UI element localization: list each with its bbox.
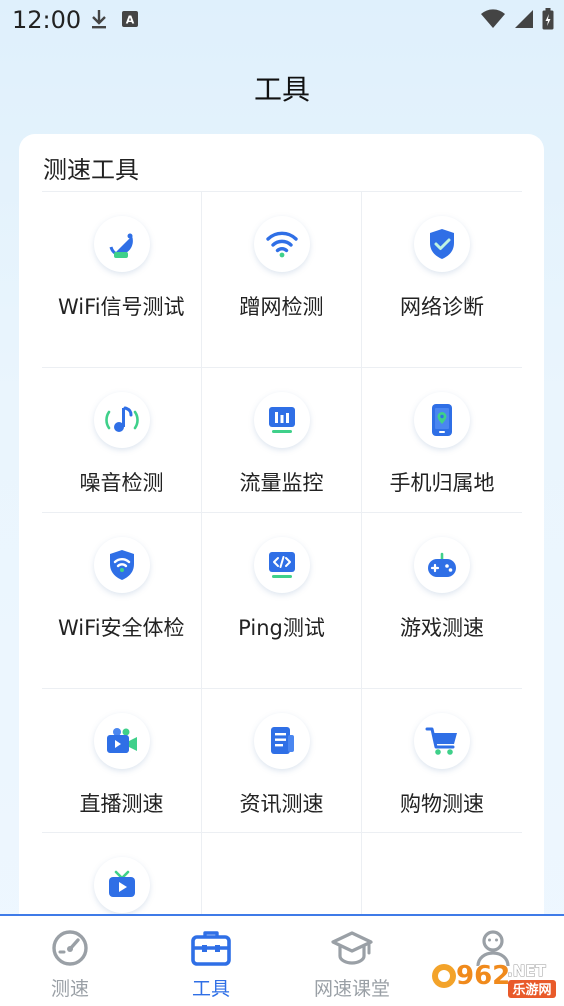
tool-phone-location[interactable]: 手机归属地 — [362, 368, 522, 513]
tab-label: 测速 — [50, 978, 89, 1000]
keyboard-a-icon: A — [122, 11, 138, 31]
code-monitor-icon — [253, 537, 310, 593]
bar-monitor-icon — [253, 392, 310, 448]
speedometer-icon — [0, 926, 140, 970]
tool-label: WiFi安全体检 — [58, 616, 185, 640]
tool-label: 手机归属地 — [389, 471, 495, 495]
tab-label: 网速课堂 — [313, 978, 390, 1000]
tool-label: 噪音检测 — [79, 471, 164, 495]
cell-signal-icon — [514, 9, 534, 33]
status-time: 12:00 — [12, 6, 82, 34]
tool-label: 网络诊断 — [400, 295, 484, 319]
tool-network-diagnosis[interactable]: 网络诊断 — [362, 192, 522, 368]
page-title: 工具 — [253, 73, 310, 106]
wifi-signal-icon — [480, 9, 506, 33]
news-document-icon — [253, 713, 310, 769]
tool-label: 购物测速 — [400, 792, 484, 816]
watermark-number: 962 — [456, 961, 510, 991]
status-bar: 12:00 A — [0, 0, 564, 40]
tool-game-speed[interactable]: 游戏测速 — [362, 513, 522, 689]
tool-shopping-speed[interactable]: 购物测速 — [362, 689, 522, 833]
tool-label: 流量监控 — [239, 471, 324, 495]
tool-live-speed[interactable]: 直播测速 — [42, 689, 202, 833]
tool-label: 游戏测速 — [400, 616, 484, 640]
tool-wifi-signal-test[interactable]: WiFi信号测试 — [42, 192, 202, 368]
tool-noise-detection[interactable]: 噪音检测 — [42, 368, 202, 513]
wifi-icon — [253, 216, 310, 272]
wifi-shield-icon — [93, 537, 150, 593]
tool-label: 直播测速 — [79, 792, 164, 816]
download-icon — [90, 8, 108, 34]
tool-news-speed[interactable]: 资讯测速 — [202, 689, 362, 833]
tab-tools[interactable]: 工具 — [141, 926, 281, 1001]
watermark-suffix: .NET — [507, 962, 546, 980]
tool-label: WiFi信号测试 — [58, 295, 185, 319]
site-watermark: 962 .NET 乐游网 — [430, 954, 558, 1000]
tool-ping-test[interactable]: Ping测试 — [202, 513, 362, 689]
tools-grid: WiFi信号测试 蹭网检测 网络诊断 噪音检测 流量监控 手机归属地 WiFi安… — [42, 191, 522, 933]
gamepad-icon — [414, 537, 470, 593]
tab-speed-test[interactable]: 测速 — [0, 926, 140, 1001]
tool-leech-detection[interactable]: 蹭网检测 — [202, 192, 362, 368]
shopping-cart-icon — [414, 713, 470, 769]
battery-icon — [542, 8, 554, 34]
shield-check-icon — [414, 216, 470, 272]
tool-traffic-monitor[interactable]: 流量监控 — [202, 368, 362, 513]
tab-label: 工具 — [191, 978, 230, 1000]
card-title: 测速工具 — [43, 156, 139, 184]
tool-wifi-security-check[interactable]: WiFi安全体检 — [42, 513, 202, 689]
tool-label: 资讯测速 — [239, 792, 324, 816]
tab-speed-class[interactable]: 网速课堂 — [282, 926, 422, 1001]
tool-label: 蹭网检测 — [239, 295, 324, 319]
music-note-icon — [93, 392, 150, 448]
toolbox-icon — [141, 926, 281, 970]
tv-play-icon — [93, 857, 150, 913]
tools-card: 测速工具 WiFi信号测试 蹭网检测 网络诊断 噪音检测 流量监控 手机归属地 … — [19, 134, 544, 934]
watermark-sub: 乐游网 — [512, 982, 551, 998]
video-camera-icon — [93, 713, 150, 769]
satellite-dish-icon — [93, 216, 150, 272]
phone-location-icon — [414, 392, 470, 448]
tool-label: Ping测试 — [238, 616, 325, 640]
graduation-cap-icon — [282, 926, 422, 970]
svg-text:A: A — [126, 14, 135, 27]
